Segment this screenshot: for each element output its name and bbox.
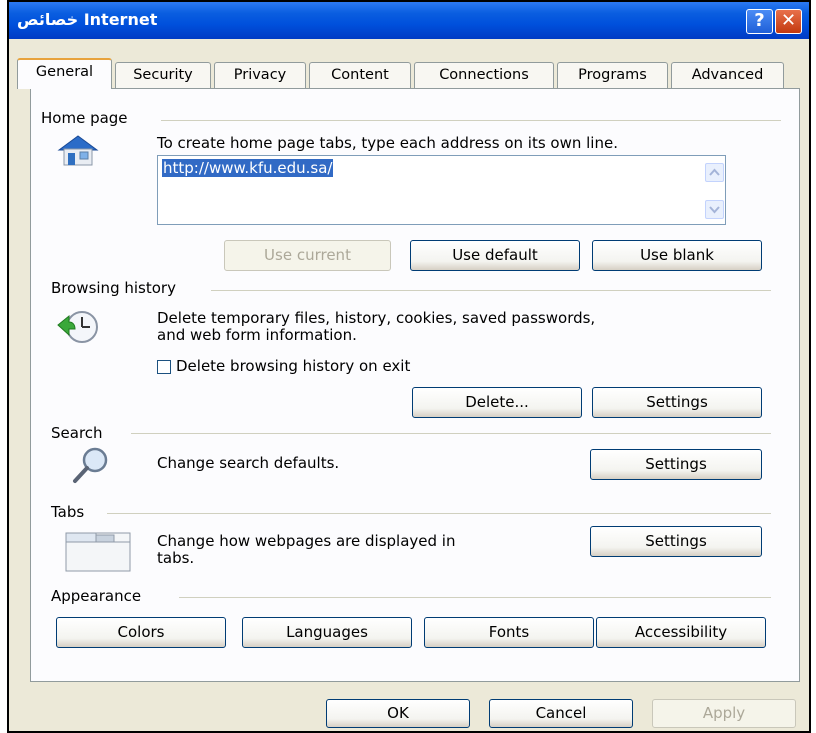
internet-properties-dialog: خصائص Internet ? ✕ General Security Priv… (7, 0, 811, 733)
chevron-down-icon (709, 206, 720, 214)
appearance-heading: Appearance (51, 587, 148, 605)
accessibility-button[interactable]: Accessibility (596, 617, 766, 648)
appearance-divider (179, 597, 771, 598)
tab-privacy[interactable]: Privacy (214, 62, 306, 88)
tabs-divider (107, 513, 771, 514)
use-blank-button[interactable]: Use blank (592, 240, 762, 271)
ok-button[interactable]: OK (326, 699, 470, 728)
apply-button[interactable]: Apply (652, 699, 796, 728)
tab-content-label: Content (331, 67, 389, 83)
home-page-url-value: http://www.kfu.edu.sa/ (162, 159, 334, 177)
tabs-heading: Tabs (51, 503, 91, 521)
window-title: خصائص Internet (17, 10, 158, 29)
search-heading: Search (51, 424, 109, 442)
tab-advanced-label: Advanced (691, 67, 764, 83)
tabs-window-icon (65, 532, 131, 572)
browsing-history-description-line2: and web form information. (157, 326, 357, 344)
tab-security[interactable]: Security (115, 62, 211, 88)
tab-strip: General Security Privacy Content Connect… (17, 58, 807, 89)
tab-general[interactable]: General (17, 58, 112, 89)
tab-connections[interactable]: Connections (414, 62, 554, 88)
home-page-house-icon (57, 135, 99, 166)
browsing-history-heading: Browsing history (51, 279, 182, 297)
tab-connections-label: Connections (439, 67, 529, 83)
home-page-description: To create home page tabs, type each addr… (157, 134, 618, 152)
search-settings-button[interactable]: Settings (590, 449, 762, 480)
chevron-up-icon (709, 168, 720, 176)
home-page-heading: Home page (41, 109, 134, 127)
browsing-history-settings-button[interactable]: Settings (592, 387, 762, 418)
tabs-settings-button[interactable]: Settings (590, 526, 762, 557)
title-bar[interactable]: خصائص Internet ? ✕ (9, 2, 809, 39)
delete-button[interactable]: Delete... (412, 387, 582, 418)
delete-history-on-exit-label[interactable]: Delete browsing history on exit (176, 358, 410, 375)
colors-button[interactable]: Colors (56, 617, 226, 648)
general-tab-panel: Home page To create home page tabs, type… (30, 88, 800, 682)
help-icon: ? (754, 10, 765, 31)
tab-privacy-label: Privacy (233, 67, 287, 83)
tabs-description-line2: tabs. (157, 549, 195, 567)
help-button[interactable]: ? (746, 9, 773, 34)
home-page-url-textarea[interactable]: http://www.kfu.edu.sa/ (157, 155, 726, 225)
use-current-button[interactable]: Use current (224, 240, 391, 271)
search-magnifier-icon (73, 447, 108, 483)
cancel-button[interactable]: Cancel (489, 699, 633, 728)
scroll-up-button[interactable] (705, 163, 724, 182)
close-icon: ✕ (780, 10, 797, 31)
delete-history-on-exit-checkbox[interactable] (157, 360, 171, 374)
fonts-button[interactable]: Fonts (424, 617, 594, 648)
tab-advanced[interactable]: Advanced (671, 62, 784, 88)
tab-programs[interactable]: Programs (557, 62, 668, 88)
tab-security-label: Security (133, 67, 193, 83)
close-button[interactable]: ✕ (775, 9, 802, 34)
search-description: Change search defaults. (157, 454, 340, 472)
tabs-description-line1: Change how webpages are displayed in (157, 532, 456, 550)
history-clock-icon (57, 311, 98, 343)
home-page-divider (161, 120, 781, 121)
search-divider (131, 433, 771, 434)
tab-content[interactable]: Content (309, 62, 411, 88)
browsing-history-description-line1: Delete temporary files, history, cookies… (157, 309, 596, 327)
tab-programs-label: Programs (578, 67, 647, 83)
use-default-button[interactable]: Use default (410, 240, 580, 271)
languages-button[interactable]: Languages (242, 617, 412, 648)
browsing-history-divider (211, 290, 771, 291)
tab-general-label: General (35, 64, 94, 80)
scroll-down-button[interactable] (705, 200, 724, 219)
